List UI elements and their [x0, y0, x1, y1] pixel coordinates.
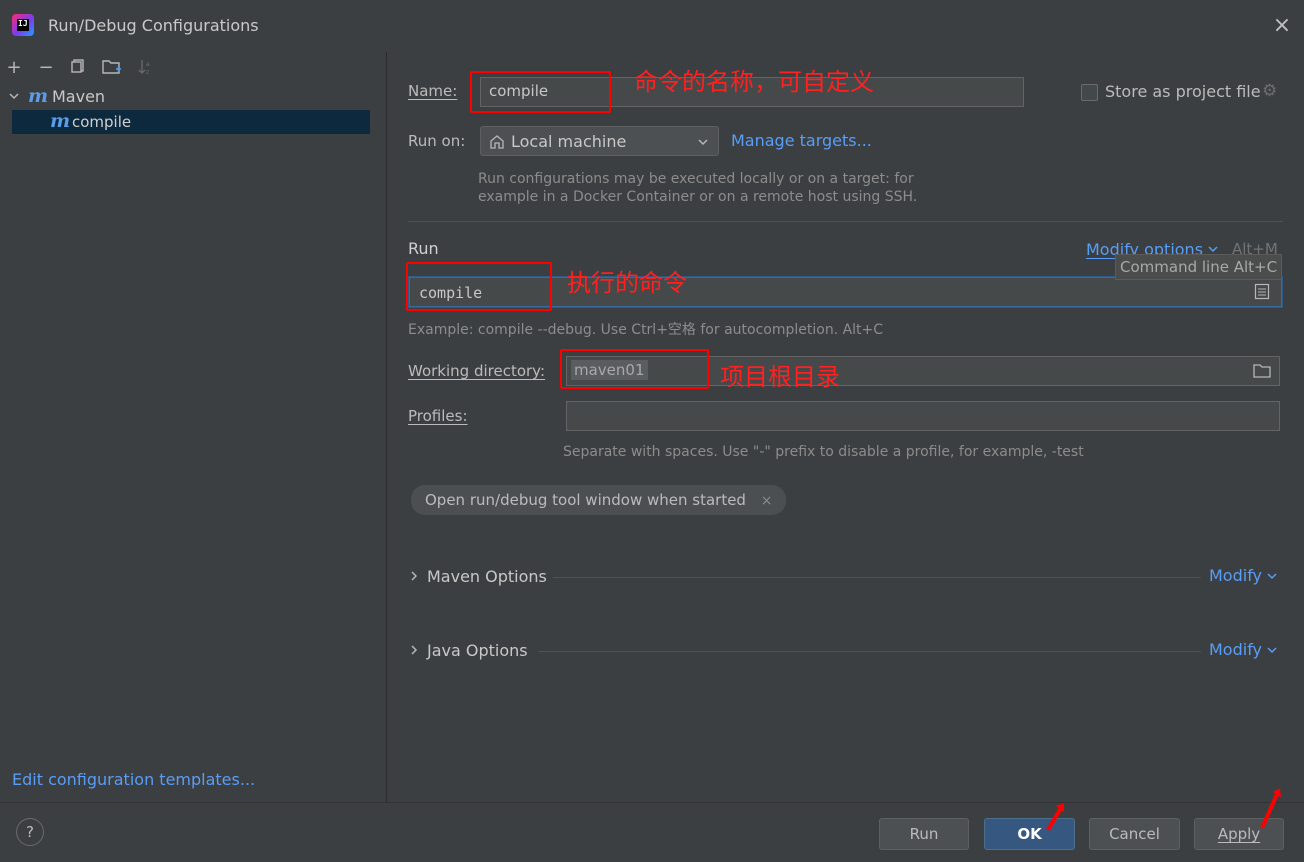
- edit-templates-link[interactable]: Edit configuration templates...: [12, 770, 255, 789]
- chip-label: Open run/debug tool window when started: [425, 491, 746, 509]
- separator: [408, 221, 1283, 222]
- manage-targets-link[interactable]: Manage targets...: [731, 131, 872, 150]
- list-icon[interactable]: [1254, 283, 1270, 300]
- java-options-modify-link[interactable]: Modify: [1209, 640, 1262, 659]
- run-button[interactable]: Run: [879, 818, 969, 850]
- chevron-down-icon[interactable]: [1266, 570, 1278, 582]
- profiles-label: Profiles:: [408, 407, 468, 425]
- close-icon[interactable]: ×: [1272, 15, 1292, 37]
- configuration-tree-panel: [0, 52, 387, 802]
- annotation-name-note: 命令的名称，可自定义: [634, 68, 874, 96]
- open-tool-window-chip[interactable]: Open run/debug tool window when started …: [411, 485, 787, 515]
- maven-options-section[interactable]: Maven Options: [427, 567, 547, 586]
- separator: [553, 577, 1201, 578]
- app-icon: IJ: [12, 14, 34, 36]
- run-section-title: Run: [408, 239, 439, 258]
- cancel-button[interactable]: Cancel: [1089, 818, 1180, 850]
- run-on-hint-line1: Run configurations may be executed local…: [478, 171, 914, 187]
- copy-icon[interactable]: [68, 58, 88, 78]
- separator: [538, 651, 1201, 652]
- run-on-label: Run on:: [408, 132, 466, 150]
- chevron-right-icon[interactable]: [408, 644, 420, 656]
- maven-icon: m: [50, 110, 71, 132]
- name-label: Name:: [408, 82, 458, 100]
- svg-text:a: a: [146, 61, 150, 68]
- tree-item-compile[interactable]: m compile: [12, 110, 370, 134]
- tree-item-label: compile: [72, 113, 132, 131]
- command-line-hint: Example: compile --debug. Use Ctrl+空格 fo…: [408, 322, 884, 338]
- profiles-hint: Separate with spaces. Use "-" prefix to …: [563, 444, 1084, 460]
- working-directory-label: Working directory:: [408, 362, 546, 380]
- annotation-command-note: 执行的命令: [567, 269, 687, 297]
- java-options-section[interactable]: Java Options: [427, 641, 528, 660]
- tree-group-label: Maven: [52, 87, 106, 106]
- home-icon: [490, 135, 504, 149]
- store-as-project-checkbox[interactable]: [1081, 84, 1098, 101]
- annotation-arrow-ok: [1046, 803, 1064, 832]
- help-icon[interactable]: ?: [16, 818, 44, 846]
- chevron-right-icon[interactable]: [408, 570, 420, 582]
- sort-icon[interactable]: az: [136, 58, 156, 78]
- remove-icon[interactable]: −: [36, 58, 56, 78]
- new-folder-icon[interactable]: [102, 58, 122, 78]
- profiles-field[interactable]: [566, 401, 1280, 431]
- remove-chip-icon[interactable]: ×: [761, 493, 773, 509]
- annotation-box-command: [406, 262, 552, 311]
- store-as-project-label[interactable]: Store as project file: [1105, 82, 1261, 101]
- svg-text:z: z: [146, 69, 149, 76]
- chevron-down-icon: [698, 139, 708, 146]
- chevron-down-icon[interactable]: [1266, 644, 1278, 656]
- annotation-arrow-apply: [1260, 788, 1281, 829]
- folder-icon[interactable]: [1253, 363, 1271, 379]
- run-on-dropdown[interactable]: Local machine: [480, 126, 719, 156]
- window-title: Run/Debug Configurations: [48, 16, 259, 35]
- run-on-hint-line2: example in a Docker Container or on a re…: [478, 189, 918, 205]
- maven-options-modify-link[interactable]: Modify: [1209, 566, 1262, 585]
- annotation-box-name: [470, 71, 611, 113]
- add-icon[interactable]: +: [4, 58, 24, 78]
- annotation-workdir-note: 项目根目录: [720, 363, 840, 391]
- maven-icon: m: [28, 85, 49, 107]
- run-on-value: Local machine: [511, 132, 627, 151]
- chevron-down-icon[interactable]: [8, 90, 20, 102]
- annotation-box-workdir: [560, 349, 709, 389]
- command-line-tooltip: Command line Alt+C: [1115, 254, 1283, 280]
- gear-icon[interactable]: ⚙: [1262, 82, 1280, 100]
